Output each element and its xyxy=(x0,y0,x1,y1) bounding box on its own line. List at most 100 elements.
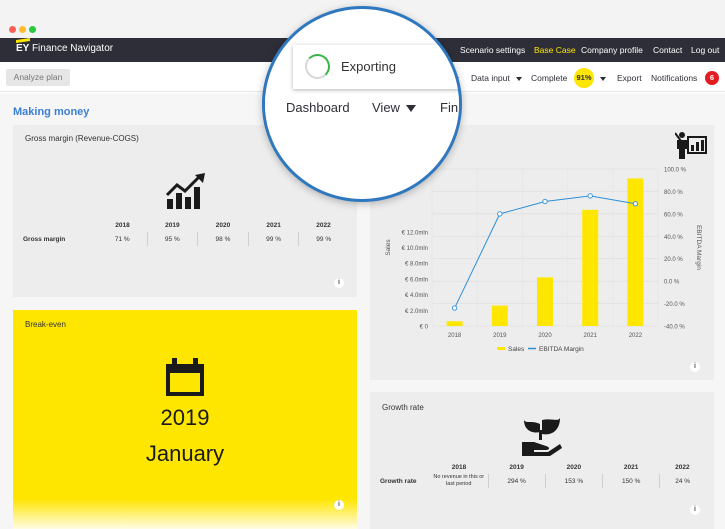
complete-progress-badge: 91% xyxy=(574,68,594,88)
gross-margin-title: Gross margin (Revenue-COGS) xyxy=(25,134,139,143)
notifications-button[interactable]: Notifications xyxy=(651,73,697,83)
notifications-count-badge: 6 xyxy=(705,71,719,85)
value-cell: 150 % xyxy=(602,474,660,488)
ebitda-point xyxy=(451,305,458,311)
ebitda-point xyxy=(587,193,593,199)
year-header: 2019 xyxy=(165,221,180,229)
y-tick-label: € 12.0mln xyxy=(402,230,428,236)
sales-bar xyxy=(491,305,508,326)
ebitda-point xyxy=(497,211,503,217)
export-button[interactable]: Export xyxy=(617,73,642,83)
complete-label: Complete xyxy=(531,73,568,83)
value-cell: 153 % xyxy=(544,474,603,488)
minimize-dot[interactable] xyxy=(19,26,26,33)
sales-bar xyxy=(627,178,644,326)
y-tick-label: € 2.0mln xyxy=(405,309,428,315)
y2-tick-label: 80.0 % xyxy=(664,190,683,196)
info-icon[interactable]: i xyxy=(690,362,700,372)
finance-menu[interactable]: Fin xyxy=(440,100,458,115)
growth-rate-card: Growth rate 2018 2019 2020 2021 2022 Gro… xyxy=(370,392,714,529)
logo-name: Finance Navigator xyxy=(31,43,114,54)
break-even-month: January xyxy=(145,441,225,466)
y-tick-label: € 0 xyxy=(420,325,429,331)
growth-rate-table: 2018 2019 2020 2021 2022 Growth rate No … xyxy=(380,460,705,488)
year-header: 2021 xyxy=(266,221,281,229)
fade-overlay xyxy=(13,499,357,529)
y-axis-label: Sales xyxy=(385,239,392,256)
calendar-icon xyxy=(166,358,204,396)
x-tick-label: 2022 xyxy=(629,333,643,339)
sales-bar xyxy=(537,277,553,326)
sales-bar xyxy=(446,321,463,326)
chevron-down-icon xyxy=(405,105,416,113)
chevron-down-icon xyxy=(515,76,522,81)
y2-tick-label: 20.0 % xyxy=(664,257,683,263)
nav-base-case[interactable]: Base Case xyxy=(534,45,576,55)
data-input-label: Data input xyxy=(471,73,510,83)
value-cell: 71 % xyxy=(114,235,130,243)
year-header: 2018 xyxy=(451,463,467,471)
plant-hand-icon xyxy=(522,418,562,456)
y2-tick-label: 60.0 % xyxy=(664,212,683,218)
break-even-title: Break-even xyxy=(25,320,66,329)
x-tick-label: 2020 xyxy=(538,333,552,339)
view-label: View xyxy=(372,100,400,115)
logo: EY Finance Navigator xyxy=(16,38,114,54)
ebitda-point xyxy=(542,198,548,205)
app-window: EY Finance Navigator Scenario settings B… xyxy=(0,0,725,529)
year-header: 2020 xyxy=(566,463,582,471)
info-icon[interactable]: i xyxy=(690,505,700,515)
y-tick-label: € 4.0mln xyxy=(405,293,428,299)
y2-tick-label: 100.0 % xyxy=(664,168,687,174)
y2-tick-label: 0.0 % xyxy=(664,280,680,286)
data-input-menu[interactable]: Data input xyxy=(471,73,522,83)
legend-label-ebitda: EBITDA Margin xyxy=(539,346,584,353)
value-cell: 99 % xyxy=(247,232,299,246)
growth-rate-title: Growth rate xyxy=(382,403,424,412)
x-tick-label: 2018 xyxy=(448,333,462,339)
nav-logout[interactable]: Log out xyxy=(691,45,719,55)
section-title: Making money xyxy=(13,106,90,118)
maximize-dot[interactable] xyxy=(29,26,36,33)
nav-scenario-settings[interactable]: Scenario settings xyxy=(460,45,525,55)
break-even-year: 2019 xyxy=(160,405,210,430)
analyze-plan-button[interactable]: Analyze plan xyxy=(6,69,70,86)
year-header: 2022 xyxy=(675,463,690,471)
nav-contact[interactable]: Contact xyxy=(653,45,682,55)
loading-spinner-icon xyxy=(305,54,330,79)
value-cell: 294 % xyxy=(487,474,546,488)
sales-bar xyxy=(582,209,599,326)
y-tick-label: € 10.0mln xyxy=(402,246,428,252)
year-header: 2022 xyxy=(316,221,331,229)
ebitda-point xyxy=(632,201,639,207)
year-header: 2019 xyxy=(509,463,524,471)
value-cell: 98 % xyxy=(197,232,249,246)
view-menu[interactable]: View xyxy=(372,100,416,115)
info-icon[interactable]: i xyxy=(334,500,344,510)
y-tick-label: € 6.0mln xyxy=(405,277,428,283)
year-header: 2021 xyxy=(623,463,639,471)
y2-axis-label: EBITDA Margin xyxy=(695,225,702,270)
y2-tick-label: -40.0 % xyxy=(664,325,685,331)
x-tick-label: 2021 xyxy=(584,333,598,339)
row-label: Gross margin xyxy=(23,235,66,243)
complete-caret[interactable] xyxy=(600,73,606,83)
growth-chart-icon xyxy=(165,173,205,209)
x-tick-label: 2019 xyxy=(493,333,507,339)
year-header: 2020 xyxy=(215,221,231,229)
logo-brand: EY xyxy=(16,43,30,54)
chevron-down-icon xyxy=(600,76,606,81)
y2-tick-label: 40.0 % xyxy=(664,235,683,241)
info-icon[interactable]: i xyxy=(334,278,344,288)
nav-company-profile[interactable]: Company profile xyxy=(581,45,643,55)
legend-label-sales: Sales xyxy=(508,346,525,353)
value-cell: No revenue in this or last period xyxy=(433,474,485,487)
gross-margin-table: 2018 2019 2020 2021 2022 Gross margin 71… xyxy=(23,218,348,246)
row-label: Growth rate xyxy=(380,477,417,485)
year-header: 2018 xyxy=(115,221,130,229)
close-dot[interactable] xyxy=(9,26,16,33)
value-cell: 95 % xyxy=(146,232,198,246)
y-tick-label: € 8.0mln xyxy=(405,262,428,268)
magnifier-overlay: Exporting Dashboard View Fin xyxy=(262,6,462,202)
dashboard-menu[interactable]: Dashboard xyxy=(286,100,350,115)
